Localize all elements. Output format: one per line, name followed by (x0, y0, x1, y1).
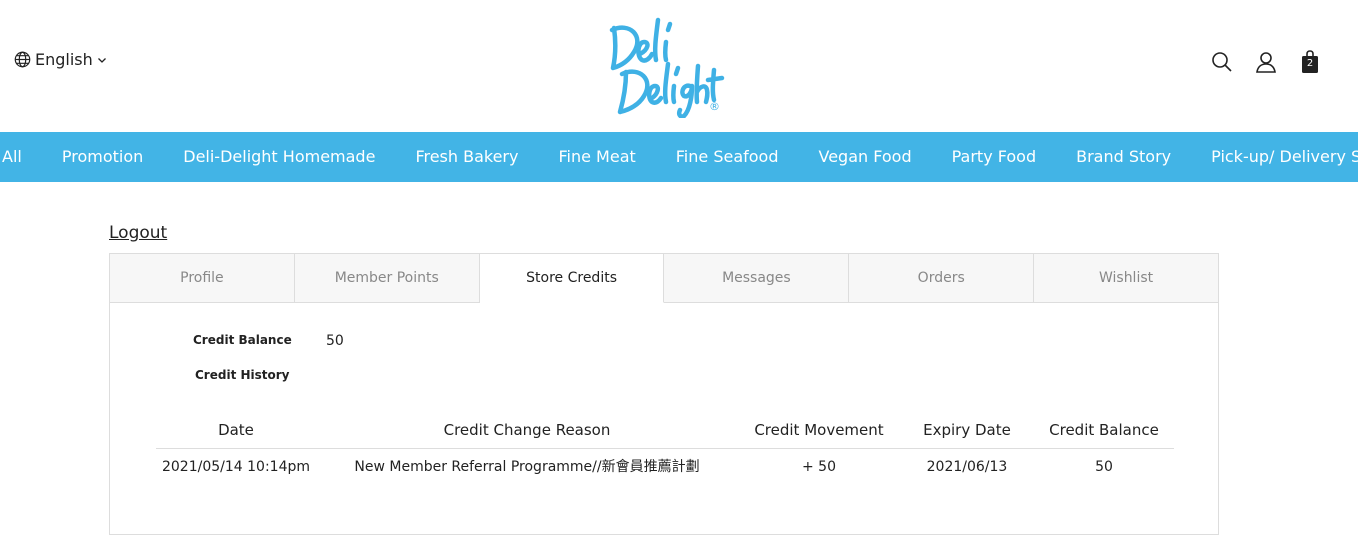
registered-mark: ® (709, 100, 720, 113)
brand-logo[interactable]: ® (600, 6, 730, 118)
nav-item-homemade[interactable]: Deli-Delight Homemade (163, 132, 395, 182)
header-actions: 2 (1208, 48, 1324, 76)
nav-item-fine-meat[interactable]: Fine Meat (538, 132, 655, 182)
cell-date: 2021/05/14 10:14pm (161, 459, 310, 475)
cart-icon[interactable]: 2 (1296, 48, 1324, 76)
language-label: English (35, 50, 93, 69)
header-balance: Credit Balance (1049, 421, 1159, 439)
header-date: Date (218, 421, 254, 439)
header-movement: Credit Movement (754, 421, 884, 439)
tab-messages[interactable]: Messages (664, 254, 850, 303)
credit-history-table: Date Credit Change Reason Credit Movemen… (156, 418, 1174, 485)
nav-item-all[interactable]: All (0, 132, 42, 182)
credit-history-label: Credit History (195, 368, 290, 382)
main-nav: All Promotion Deli-Delight Homemade Fres… (0, 132, 1358, 182)
cell-reason: New Member Referral Programme//新會員推薦計劃 (354, 459, 700, 475)
language-selector[interactable]: English (14, 50, 107, 69)
header-reason: Credit Change Reason (443, 421, 611, 439)
nav-item-fine-seafood[interactable]: Fine Seafood (656, 132, 799, 182)
cell-expiry: 2021/06/13 (926, 459, 1008, 475)
credit-balance-label: Credit Balance (193, 333, 292, 347)
cart-count-badge: 2 (1306, 58, 1314, 69)
tab-orders[interactable]: Orders (849, 254, 1035, 303)
table-row: 2021/05/14 10:14pm New Member Referral P… (156, 449, 1174, 485)
tab-member-points[interactable]: Member Points (294, 254, 480, 303)
account-panel: Profile Member Points Store Credits Mess… (109, 253, 1219, 535)
search-icon[interactable] (1208, 48, 1236, 76)
globe-icon (14, 51, 31, 68)
site-header: English ® 2 (0, 0, 1358, 132)
nav-item-pickup-delivery[interactable]: Pick-up/ Delivery Service (1191, 132, 1358, 182)
nav-item-party-food[interactable]: Party Food (932, 132, 1057, 182)
nav-item-fresh-bakery[interactable]: Fresh Bakery (395, 132, 538, 182)
cell-balance: 50 (1095, 459, 1113, 475)
tab-wishlist[interactable]: Wishlist (1034, 254, 1218, 303)
cell-movement: + 50 (802, 459, 836, 475)
nav-item-vegan-food[interactable]: Vegan Food (799, 132, 932, 182)
header-expiry: Expiry Date (923, 421, 1011, 439)
tab-store-credits[interactable]: Store Credits (479, 254, 665, 303)
nav-item-promotion[interactable]: Promotion (42, 132, 163, 182)
tab-profile[interactable]: Profile (110, 254, 295, 303)
account-tabs: Profile Member Points Store Credits Mess… (110, 254, 1218, 303)
user-icon[interactable] (1252, 48, 1280, 76)
chevron-down-icon (97, 55, 107, 65)
nav-item-brand-story[interactable]: Brand Story (1056, 132, 1191, 182)
logout-link[interactable]: Logout (109, 223, 167, 243)
table-header: Date Credit Change Reason Credit Movemen… (156, 418, 1174, 449)
credit-balance-value: 50 (326, 333, 344, 349)
